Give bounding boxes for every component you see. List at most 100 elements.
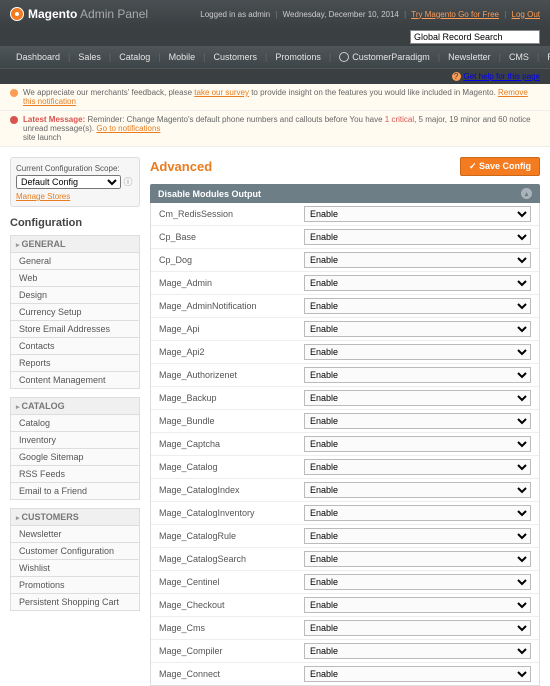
nav-mobile[interactable]: Mobile	[161, 47, 204, 67]
module-row: Mage_CmsEnable	[151, 617, 539, 640]
nav-sales[interactable]: Sales	[70, 47, 109, 67]
module-select-mage_admin[interactable]: Enable	[304, 275, 531, 291]
module-row: Cp_BaseEnable	[151, 226, 539, 249]
main-content: Advanced Save Config Disable Modules Out…	[150, 157, 540, 686]
module-select-cp_dog[interactable]: Enable	[304, 252, 531, 268]
sidebar-item-web[interactable]: Web	[10, 270, 140, 287]
module-row: Mage_CheckoutEnable	[151, 594, 539, 617]
module-select-mage_connect[interactable]: Enable	[304, 666, 531, 682]
module-select-cm_redissession[interactable]: Enable	[304, 206, 531, 222]
nav-customerparadigm[interactable]: CustomerParadigm	[331, 47, 438, 67]
module-row: Mage_BundleEnable	[151, 410, 539, 433]
module-label: Mage_Backup	[159, 393, 304, 403]
module-label: Mage_Api	[159, 324, 304, 334]
module-select-mage_cms[interactable]: Enable	[304, 620, 531, 636]
nav-promotions[interactable]: Promotions	[267, 47, 329, 67]
sidebar-item-google-sitemap[interactable]: Google Sitemap	[10, 449, 140, 466]
sidebar-group-catalog[interactable]: CATALOG	[10, 397, 140, 415]
module-select-mage_adminnotification[interactable]: Enable	[304, 298, 531, 314]
scope-select[interactable]: Default Config	[16, 175, 121, 189]
sidebar-item-store-email-addresses[interactable]: Store Email Addresses	[10, 321, 140, 338]
module-label: Mage_Captcha	[159, 439, 304, 449]
take-survey-link[interactable]: take our survey	[194, 88, 249, 97]
nav-dashboard[interactable]: Dashboard	[8, 47, 68, 67]
sidebar-item-newsletter[interactable]: Newsletter	[10, 526, 140, 543]
nav-reports[interactable]: Reports	[539, 47, 550, 67]
main-nav: Dashboard|Sales|Catalog|Mobile|Customers…	[0, 46, 550, 68]
module-label: Mage_AdminNotification	[159, 301, 304, 311]
sidebar-group-customers[interactable]: CUSTOMERS	[10, 508, 140, 526]
logged-in-text: Logged in as admin	[200, 10, 270, 19]
sidebar-item-contacts[interactable]: Contacts	[10, 338, 140, 355]
module-select-mage_catalogsearch[interactable]: Enable	[304, 551, 531, 567]
module-select-mage_catalog[interactable]: Enable	[304, 459, 531, 475]
module-select-mage_checkout[interactable]: Enable	[304, 597, 531, 613]
module-select-mage_bundle[interactable]: Enable	[304, 413, 531, 429]
module-select-mage_backup[interactable]: Enable	[304, 390, 531, 406]
info-icon[interactable]: ⓘ	[124, 175, 134, 185]
module-label: Mage_CatalogInventory	[159, 508, 304, 518]
module-row: Mage_CentinelEnable	[151, 571, 539, 594]
module-select-mage_captcha[interactable]: Enable	[304, 436, 531, 452]
module-select-mage_cataloginventory[interactable]: Enable	[304, 505, 531, 521]
sidebar-item-rss-feeds[interactable]: RSS Feeds	[10, 466, 140, 483]
sidebar-item-design[interactable]: Design	[10, 287, 140, 304]
get-help-link[interactable]: Get help for this page	[464, 72, 541, 81]
module-row: Mage_AuthorizenetEnable	[151, 364, 539, 387]
header: Magento Admin Panel Logged in as admin |…	[0, 0, 550, 28]
module-select-mage_compiler[interactable]: Enable	[304, 643, 531, 659]
nav-cms[interactable]: CMS	[501, 47, 537, 67]
config-scope-box: Current Configuration Scope: Default Con…	[10, 157, 140, 207]
module-select-mage_centinel[interactable]: Enable	[304, 574, 531, 590]
logo: Magento Admin Panel	[10, 7, 148, 21]
page-title: Advanced	[150, 159, 212, 174]
customerparadigm-icon	[339, 52, 349, 62]
sidebar-item-customer-configuration[interactable]: Customer Configuration	[10, 543, 140, 560]
go-to-notifications-link[interactable]: Go to notifications	[96, 124, 160, 133]
module-select-mage_catalogindex[interactable]: Enable	[304, 482, 531, 498]
collapse-icon[interactable]: ▴	[521, 188, 532, 199]
nav-newsletter[interactable]: Newsletter	[440, 47, 499, 67]
module-row: Mage_CompilerEnable	[151, 640, 539, 663]
save-config-button[interactable]: Save Config	[460, 157, 540, 176]
sidebar-item-catalog[interactable]: Catalog	[10, 415, 140, 432]
module-select-mage_authorizenet[interactable]: Enable	[304, 367, 531, 383]
sidebar-item-reports[interactable]: Reports	[10, 355, 140, 372]
notice-critical-icon	[10, 116, 18, 124]
module-row: Mage_CatalogInventoryEnable	[151, 502, 539, 525]
sidebar-item-promotions[interactable]: Promotions	[10, 577, 140, 594]
fieldset-header[interactable]: Disable Modules Output ▴	[150, 184, 540, 203]
sidebar-item-persistent-shopping-cart[interactable]: Persistent Shopping Cart	[10, 594, 140, 611]
module-label: Mage_CatalogIndex	[159, 485, 304, 495]
module-row: Cp_DogEnable	[151, 249, 539, 272]
latest-message-label: Latest Message:	[23, 115, 85, 124]
logout-link[interactable]: Log Out	[512, 10, 540, 19]
try-magento-link[interactable]: Try Magento Go for Free	[411, 10, 499, 19]
module-select-mage_api[interactable]: Enable	[304, 321, 531, 337]
magento-logo-icon	[10, 7, 24, 21]
module-select-mage_api2[interactable]: Enable	[304, 344, 531, 360]
module-label: Mage_CatalogRule	[159, 531, 304, 541]
nav-customers[interactable]: Customers	[205, 47, 265, 67]
module-row: Mage_AdminEnable	[151, 272, 539, 295]
module-row: Mage_Api2Enable	[151, 341, 539, 364]
module-label: Mage_Catalog	[159, 462, 304, 472]
sidebar-item-currency-setup[interactable]: Currency Setup	[10, 304, 140, 321]
nav-catalog[interactable]: Catalog	[111, 47, 158, 67]
sidebar-item-general[interactable]: General	[10, 253, 140, 270]
module-row: Mage_CaptchaEnable	[151, 433, 539, 456]
module-row: Cm_RedisSessionEnable	[151, 203, 539, 226]
sidebar-item-wishlist[interactable]: Wishlist	[10, 560, 140, 577]
sidebar-item-content-management[interactable]: Content Management	[10, 372, 140, 389]
sidebar-group-general[interactable]: GENERAL	[10, 235, 140, 253]
manage-stores-link[interactable]: Manage Stores	[16, 192, 134, 201]
module-select-mage_catalogrule[interactable]: Enable	[304, 528, 531, 544]
configuration-title: Configuration	[10, 217, 140, 229]
module-label: Mage_Cms	[159, 623, 304, 633]
module-row: Mage_CatalogEnable	[151, 456, 539, 479]
sidebar-item-email-to-a-friend[interactable]: Email to a Friend	[10, 483, 140, 500]
global-search-input[interactable]	[410, 30, 540, 44]
sidebar-item-inventory[interactable]: Inventory	[10, 432, 140, 449]
module-select-cp_base[interactable]: Enable	[304, 229, 531, 245]
module-label: Cp_Base	[159, 232, 304, 242]
